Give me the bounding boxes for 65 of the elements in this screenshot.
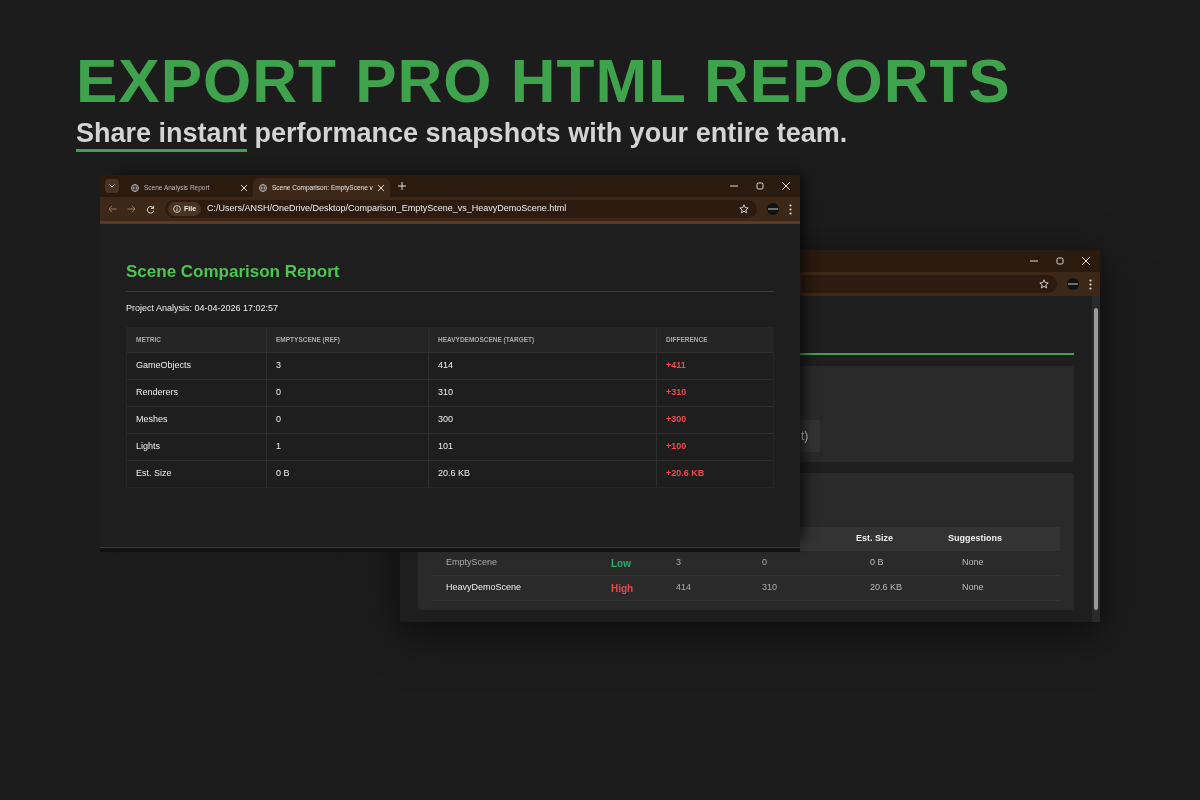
- star-icon[interactable]: [1039, 279, 1049, 289]
- table-cell-text: HeavyDemoScene: [445, 581, 523, 595]
- table-cell-text: +300: [666, 412, 687, 426]
- table-cell-text: None: [961, 581, 985, 595]
- table-cell-text: +411: [666, 358, 686, 372]
- risk-label: Low: [611, 557, 631, 569]
- table-cell-text: 20.6 KB: [438, 466, 471, 480]
- table-cell-text: 300: [438, 412, 454, 426]
- profile-icon[interactable]: [1067, 278, 1079, 290]
- table-cell-text: Renderers: [136, 385, 179, 399]
- close-icon[interactable]: [1082, 257, 1090, 265]
- reload-icon[interactable]: [146, 204, 155, 214]
- table-cell-text: 414: [438, 358, 454, 372]
- globe-icon: [131, 183, 139, 192]
- table-cell-text: +20.6 KB: [666, 466, 705, 480]
- scrollbar[interactable]: [1092, 296, 1100, 622]
- table-cell-text: GameObjects: [136, 358, 192, 372]
- new-tab-icon[interactable]: [397, 182, 406, 190]
- restore-icon[interactable]: [756, 182, 764, 190]
- table-cell-text: 3: [276, 358, 281, 372]
- menu-icon[interactable]: [1089, 278, 1092, 290]
- back-icon[interactable]: [108, 205, 117, 213]
- headline: EXPORT PRO HTML REPORTS: [76, 48, 1011, 114]
- report-subtitle: Project Analysis: 04-04-2026 17:02:57: [126, 302, 280, 315]
- table-cell-text: 20.6 KB: [869, 581, 904, 595]
- globe-icon: [259, 183, 267, 192]
- table-cell-text: +310: [666, 385, 687, 399]
- restore-icon[interactable]: [1056, 257, 1064, 265]
- close-icon[interactable]: [782, 182, 790, 190]
- table-cell-text: 3: [675, 556, 682, 570]
- table-cell-text: 0 B: [869, 556, 885, 570]
- table-cell-text: 414: [675, 581, 693, 595]
- close-tab-icon[interactable]: [377, 184, 384, 191]
- table-cell-text: 1: [276, 439, 281, 453]
- risk-label: High: [611, 582, 634, 594]
- table-cell-text: 0: [276, 412, 281, 426]
- table-cell-text: None: [961, 556, 985, 570]
- table-cell-text: 0: [761, 556, 768, 570]
- info-icon: [173, 205, 181, 213]
- subheadline: Share instant performance snapshots with your entire team.: [76, 116, 1011, 150]
- table-cell-text: +100: [666, 439, 687, 453]
- table-cell-text: EmptyScene: [445, 556, 499, 570]
- tab-search-button[interactable]: [105, 179, 119, 193]
- address-field[interactable]: [802, 275, 1057, 293]
- table-cell-text: 0: [276, 385, 281, 399]
- table-cell-text: 101: [438, 439, 454, 453]
- table-cell-text: 0 B: [276, 466, 290, 480]
- minimize-icon[interactable]: [730, 182, 738, 190]
- minimize-icon[interactable]: [1030, 257, 1038, 265]
- menu-icon[interactable]: [789, 203, 792, 215]
- card-button[interactable]: t): [800, 420, 820, 452]
- close-tab-icon[interactable]: [241, 184, 247, 191]
- column-header: Est. Size: [856, 532, 894, 546]
- table-cell-text: Lights: [136, 439, 161, 453]
- url-text: C:/Users/ANSH/OneDrive/Desktop/Comparison_EmptyScene_vs_HeavyDemoScene.html: [207, 202, 567, 216]
- table-cell-text: 310: [761, 581, 779, 595]
- column-header: Suggestions: [948, 532, 1003, 546]
- table-cell-text: 310: [438, 385, 454, 399]
- forward-icon[interactable]: [127, 205, 136, 213]
- table-cell-text: Meshes: [136, 412, 168, 426]
- star-icon[interactable]: [739, 204, 749, 214]
- report-title: Scene Comparison Report: [126, 261, 341, 283]
- chevron-icon: [109, 184, 115, 188]
- table-cell-text: Est. Size: [136, 466, 172, 480]
- profile-icon[interactable]: [767, 203, 779, 215]
